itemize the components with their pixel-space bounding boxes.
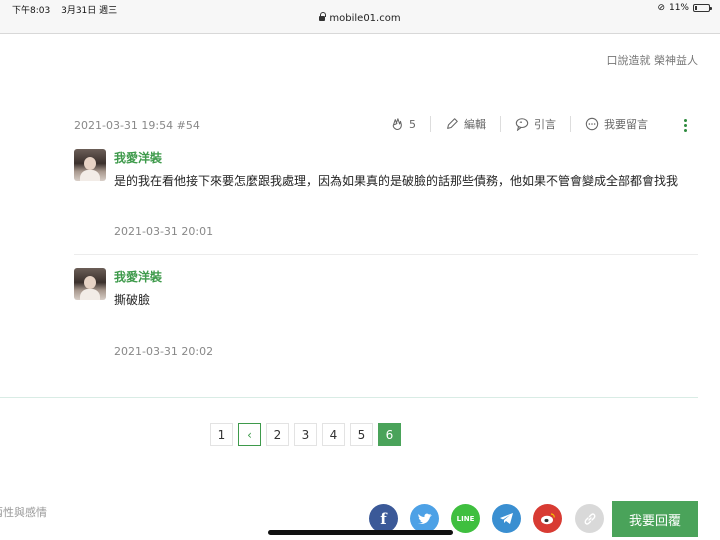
avatar[interactable] [74, 268, 106, 300]
page-6-current[interactable]: 6 [378, 423, 401, 446]
page-1[interactable]: 1 [210, 423, 233, 446]
home-indicator [268, 530, 453, 535]
pagination: 1 ‹ 2 3 4 5 6 [210, 423, 401, 446]
forum-category-link[interactable]: 兩性與感情 [0, 504, 47, 520]
clap-icon [392, 118, 402, 130]
comment-divider [74, 254, 698, 255]
comment-author[interactable]: 我愛洋裝 [114, 149, 162, 166]
url-text: mobile01.com [329, 13, 401, 24]
post-meta: 2021-03-31 19:54 #54 [74, 119, 200, 132]
comment-item: 我愛洋裝 撕破臉 2021-03-31 20:02 [74, 268, 698, 363]
like-count: 5 [409, 117, 416, 131]
like-button[interactable]: 5 [390, 117, 416, 131]
comment-text: 撕破臉 [114, 293, 151, 307]
edit-label: 編輯 [464, 118, 486, 131]
twitter-share-icon[interactable] [410, 504, 439, 533]
page-2[interactable]: 2 [266, 423, 289, 446]
quote-button[interactable]: ❝ 引言 [515, 116, 556, 132]
weibo-share-icon[interactable] [533, 504, 562, 533]
comment-text: 是的我在看他接下來要怎麼跟我處理，因為如果真的是破臉的話那些債務，他如果不管會變… [114, 174, 679, 188]
svg-text:❝: ❝ [519, 121, 522, 127]
copy-link-icon[interactable] [575, 504, 604, 533]
post-actions: 5 編輯 ❝ 引言 我要留言 [390, 116, 648, 132]
section-divider [0, 397, 698, 398]
reply-button[interactable]: 我要回覆 [612, 501, 698, 537]
comment-time: 2021-03-31 20:01 [114, 225, 214, 238]
orientation-lock-icon: ⊘ [657, 3, 665, 13]
battery-percent: 11% [668, 3, 689, 13]
comment-bubble-icon [585, 117, 599, 131]
pencil-icon [447, 118, 458, 129]
lock-icon [319, 12, 327, 21]
author-signature: 口說造就 榮神益人 [606, 54, 699, 67]
comment-button[interactable]: 我要留言 [585, 116, 648, 132]
edit-button[interactable]: 編輯 [445, 116, 486, 132]
status-bar: 下午8:03 3月31日 週三 ⊘ 11% mobile01.com [0, 0, 720, 34]
prev-page-chevron-icon[interactable]: ‹ [238, 423, 261, 446]
facebook-share-icon[interactable]: f [369, 504, 398, 533]
more-options-icon[interactable] [684, 119, 688, 132]
quote-bubble-icon: ❝ [515, 118, 529, 131]
comment-item: 我愛洋裝 是的我在看他接下來要怎麼跟我處理，因為如果真的是破臉的話那些債務，他如… [74, 149, 698, 244]
comment-time: 2021-03-31 20:02 [114, 345, 214, 358]
comment-author[interactable]: 我愛洋裝 [114, 268, 162, 285]
page-5[interactable]: 5 [350, 423, 373, 446]
page-3[interactable]: 3 [294, 423, 317, 446]
quote-label: 引言 [534, 118, 556, 131]
address-bar[interactable]: mobile01.com [0, 12, 720, 24]
avatar[interactable] [74, 149, 106, 181]
comment-label: 我要留言 [604, 118, 648, 131]
battery-icon [693, 4, 712, 12]
telegram-share-icon[interactable] [492, 504, 521, 533]
line-share-icon[interactable]: LINE [451, 504, 480, 533]
page-4[interactable]: 4 [322, 423, 345, 446]
